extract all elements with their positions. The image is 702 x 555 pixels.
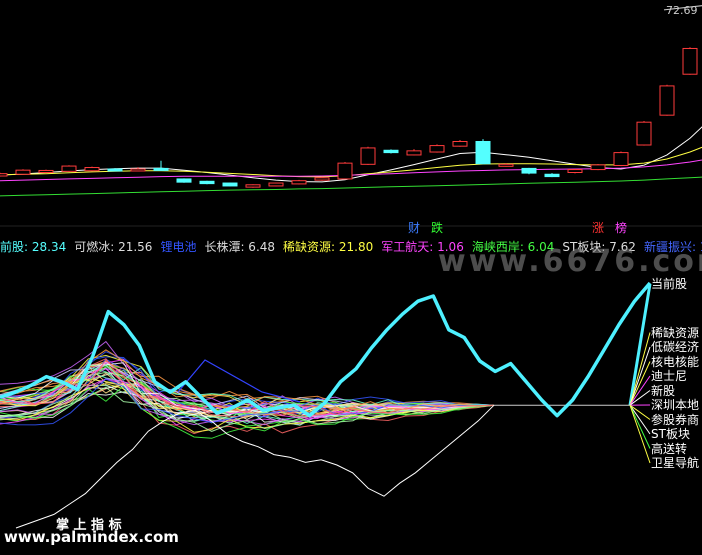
series-label: 迪士尼 [651,369,688,383]
candlestick-panel [0,5,702,197]
series-label: 当前股 [651,277,688,291]
signal-marker: 跌 [431,221,444,235]
series-label: 核电核能 [651,354,700,369]
label-connector [629,404,651,435]
candle-body [199,180,215,185]
candle-body [15,169,31,175]
candle-body [429,145,445,153]
candle-body [682,47,698,75]
legend-item: 稀缺资源: 21.80 [283,240,374,254]
candle-body [0,173,8,177]
candle-body [291,180,307,185]
series-label: ST板块 [651,427,690,441]
candle-body [475,140,491,165]
candle-body [544,173,560,178]
candle-body [383,149,399,154]
legend-item: 可燃冰: 21.56 [74,240,153,254]
series-label: 参股券商 [651,412,700,427]
series-label: 稀缺资源 [651,325,700,340]
candle-body [130,168,146,172]
candle-body [567,169,583,174]
ma-line-3 [0,176,702,197]
candle-body [38,169,54,174]
legend-item: 锂电池 [160,240,197,254]
candle-body [590,164,606,171]
series-label: 卫星导航 [651,456,700,470]
series-label: 低碳经济 [651,340,700,354]
candle-body [613,152,629,166]
candle-body [245,184,261,188]
legend-item: 前股: 28.34 [0,240,67,254]
candle-body [498,163,514,167]
index-comparison-panel [0,281,652,529]
series-label: 高送转 [651,441,688,456]
watermark-top: www.6676.com [438,244,702,279]
signal-marker: 财 [408,221,421,235]
label-connector [629,405,651,464]
price-high-label: 72.69 [666,4,698,17]
label-connector [629,346,651,406]
candle-body [452,140,468,147]
series-label: 深圳本地 [651,398,700,412]
candle-body [360,147,376,165]
candle-body [521,167,537,174]
candle-body [84,167,100,172]
candle-body [659,85,675,116]
candle-body [314,177,330,181]
label-connector [629,404,651,449]
candle-body [176,178,192,183]
series-label: 新股 [651,383,676,398]
candle-body [153,167,169,171]
watermark-bottom: www.palmindex.com [4,528,179,546]
candle-body [337,162,353,180]
candle-body [107,168,123,172]
signal-marker: 榜 [615,221,628,235]
candle-body [268,182,284,187]
signal-marker: 涨 [592,221,605,235]
bottom-series-leader [15,513,55,529]
candle-body [636,121,652,146]
candle-body [222,182,238,187]
candle-body [406,150,422,156]
candle-body [61,165,77,172]
legend-item: 长株潭: 6.48 [204,240,276,254]
